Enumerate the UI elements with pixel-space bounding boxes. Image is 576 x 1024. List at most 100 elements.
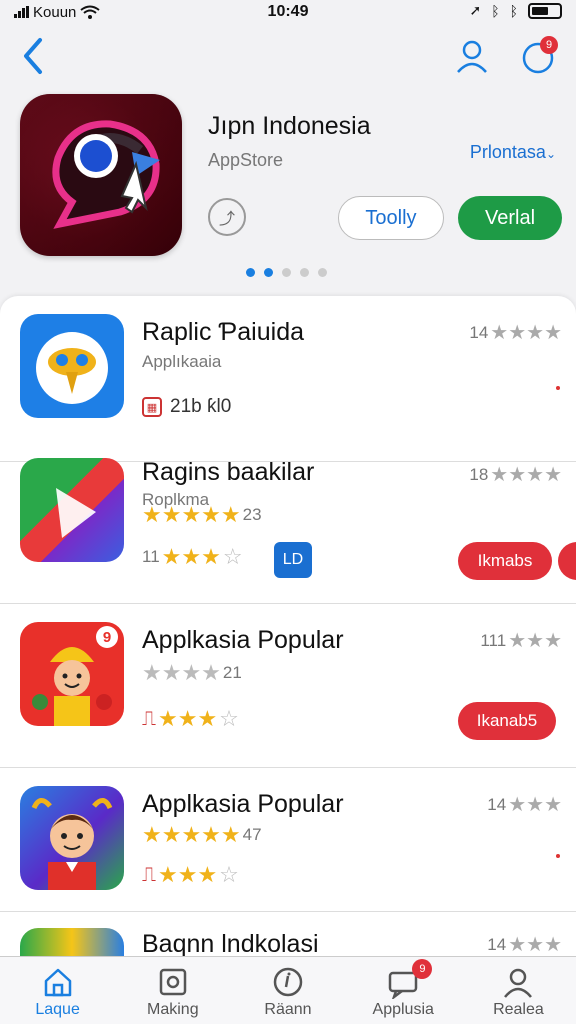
star-empty-icon: ☆ bbox=[219, 862, 239, 887]
install-button[interactable]: Ikanab5 bbox=[458, 702, 556, 740]
list-item[interactable]: Baqnn lndkolasi 14 ★★★ bbox=[0, 912, 576, 956]
install-button[interactable]: Ikmabs bbox=[458, 542, 552, 580]
flag-icon: ⎍ bbox=[142, 707, 156, 730]
home-icon bbox=[44, 968, 71, 997]
star-icon: ★★★ bbox=[161, 544, 221, 569]
featured-app-icon[interactable] bbox=[20, 94, 182, 256]
app-list: Raplic Ƥaiuida Applıkaaia 14 ★★★★ ▦ 21b ƙl… bbox=[0, 296, 576, 956]
star-icon: ★★★★★ bbox=[142, 822, 241, 847]
worker-character-icon: 9 bbox=[20, 622, 124, 726]
square-icon bbox=[159, 968, 187, 996]
count-text: 11 bbox=[142, 547, 160, 566]
location-icon: ➚ bbox=[469, 2, 482, 18]
star-icon: ★★★ bbox=[158, 706, 218, 731]
tab-home[interactable]: Laque bbox=[0, 957, 115, 1024]
app-name: Baqnn lndkolasi bbox=[142, 930, 319, 956]
tab-raann[interactable]: Räann bbox=[230, 957, 345, 1024]
battery-icon bbox=[528, 2, 562, 19]
rating-text: 111 bbox=[480, 630, 507, 650]
app-name: Applkasia Popular bbox=[142, 790, 344, 818]
status-bar: Kouun 10:49 ➚ ᛒ ᛒ bbox=[0, 0, 576, 24]
list-item[interactable]: Applkasia Popular ★★★★★ 47 14 ★★★ ⎍ ★★★ ☆ bbox=[0, 768, 576, 912]
page-dot[interactable] bbox=[318, 268, 327, 277]
featured-subtitle: AppStore bbox=[208, 150, 284, 170]
tab-applusia[interactable]: 9 Applusia bbox=[346, 957, 461, 1024]
status-right: ➚ ᛒ ᛒ bbox=[469, 2, 562, 19]
app-name: Ragins baakilar bbox=[142, 458, 315, 486]
app-name: Applkasia Popular bbox=[142, 626, 344, 654]
star-icon: ★★★★★ bbox=[142, 502, 241, 527]
meta-text: 21b ƙl0 bbox=[170, 396, 232, 417]
star-empty-icon: ☆ bbox=[219, 706, 239, 731]
tab-label: Räann bbox=[264, 1001, 312, 1018]
share-button[interactable]: ⤴ bbox=[208, 198, 246, 236]
star-empty-icon: ★★★★ bbox=[142, 660, 221, 685]
status-time: 10:49 bbox=[267, 3, 309, 20]
app-meta: ▦ 21b ƙl0 bbox=[142, 396, 231, 418]
app-rating: 111 ★★★ bbox=[480, 628, 562, 653]
chevron-down-icon: ⌄ bbox=[545, 147, 556, 161]
page-dot[interactable] bbox=[246, 268, 255, 277]
tab-label: Realea bbox=[493, 1001, 544, 1018]
rating-text: 14 bbox=[487, 794, 507, 814]
page-indicator[interactable] bbox=[246, 268, 327, 277]
owl-icon bbox=[20, 314, 124, 418]
list-item[interactable]: Ragins baakilar Roplkma ★★★★★ 23 18 ★★★★ 1… bbox=[0, 440, 576, 604]
star-icon: ★★★★ bbox=[490, 322, 562, 344]
notifications-button[interactable]: 9 bbox=[518, 36, 558, 76]
info-icon bbox=[273, 967, 303, 997]
app-meta-stars: ⎍ ★★★ ☆ bbox=[142, 862, 239, 888]
rating-text: 14 bbox=[487, 934, 507, 954]
star-icon: ★★★ bbox=[508, 794, 562, 816]
secondary-action-button[interactable]: Toolly bbox=[338, 196, 444, 240]
install-button-2[interactable] bbox=[558, 542, 576, 580]
stars-text: 47 bbox=[242, 825, 262, 844]
stars-text: 21 bbox=[222, 663, 242, 682]
account-icon[interactable] bbox=[454, 38, 490, 74]
indicator-dot bbox=[556, 854, 560, 858]
flag-icon: ⎍ bbox=[142, 863, 156, 886]
calendar-icon: ▦ bbox=[142, 397, 162, 417]
ld-badge[interactable]: LD bbox=[274, 542, 312, 578]
app-name: Raplic Ƥaiuida bbox=[142, 318, 304, 346]
tab-badge: 9 bbox=[412, 959, 433, 979]
status-left: Kouun bbox=[14, 4, 100, 21]
primary-action-button[interactable]: Verlal bbox=[458, 196, 562, 240]
app-meta-stars: ⎍ ★★★ ☆ bbox=[142, 706, 239, 732]
page-dot[interactable] bbox=[300, 268, 309, 277]
featured-title: Jıpn Indonesia bbox=[208, 112, 371, 140]
indicator-dot bbox=[556, 386, 560, 390]
star-empty-icon: ☆ bbox=[222, 544, 243, 569]
featured-link[interactable]: Prlontasa⌄ bbox=[470, 142, 556, 163]
signal-icon bbox=[14, 6, 29, 18]
app-count-stars: 11 ★★★ ☆ bbox=[142, 544, 243, 570]
list-item[interactable]: Raplic Ƥaiuida Applıkaaia 14 ★★★★ ▦ 21b ƙl… bbox=[0, 296, 576, 462]
play-icon bbox=[20, 458, 124, 562]
compass-cursor-icon bbox=[20, 94, 182, 256]
featured-link-label: Prlontasa bbox=[469, 142, 546, 162]
back-chevron-icon[interactable] bbox=[18, 36, 48, 76]
stars-text: 23 bbox=[242, 505, 262, 524]
page-dot[interactable] bbox=[264, 268, 273, 277]
app-rating: 14 ★★★ bbox=[487, 792, 562, 817]
share-icon: ⤴ bbox=[218, 211, 235, 228]
tab-label: Applusia bbox=[372, 1001, 434, 1018]
tab-label: Laque bbox=[35, 1001, 80, 1018]
app-rating: 14 ★★★★ bbox=[469, 320, 562, 345]
wifi-icon bbox=[80, 5, 100, 19]
app-rating: 18 ★★★★ bbox=[469, 462, 562, 487]
tab-realea[interactable]: Realea bbox=[461, 957, 576, 1024]
page-dot[interactable] bbox=[282, 268, 291, 277]
list-item[interactable]: 9 Applkasia Popular ★★★★ 21 111 ★★★ ⎍ ★★★ ☆ … bbox=[0, 604, 576, 768]
carrier-label: Kouun bbox=[33, 3, 77, 21]
rating-text: 14 bbox=[469, 322, 489, 342]
star-icon: ★★★ bbox=[508, 630, 562, 652]
tab-making[interactable]: Making bbox=[115, 957, 230, 1024]
star-icon: ★★★ bbox=[508, 934, 562, 956]
bluetooth-icon-2: ᛒ bbox=[509, 2, 518, 19]
boy-character-icon bbox=[20, 786, 124, 890]
app-stars: ★★★★★ 23 bbox=[142, 502, 262, 528]
app-stars: ★★★★★ 47 bbox=[142, 822, 262, 848]
icon-badge: 9 bbox=[96, 626, 118, 648]
bluetooth-icon: ᛒ bbox=[491, 2, 500, 19]
